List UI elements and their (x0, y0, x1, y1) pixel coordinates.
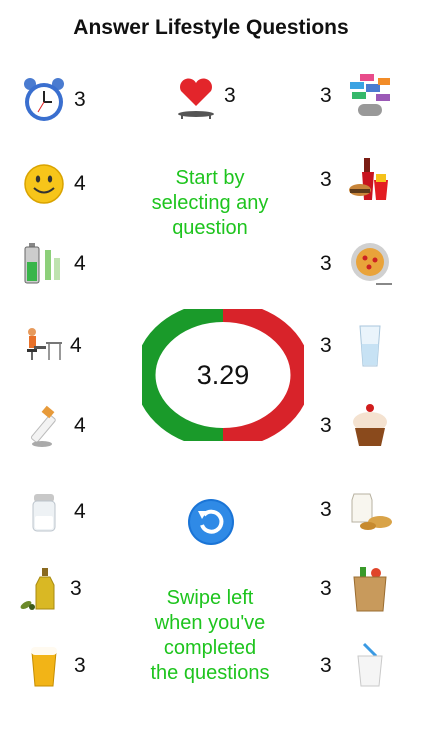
question-value: 4 (74, 500, 86, 523)
water-glass-icon (359, 325, 381, 367)
question-value: 4 (74, 172, 86, 195)
cigarette-icon (30, 405, 56, 447)
start-instruction-line: selecting any (151, 192, 269, 214)
question-milk[interactable]: 3 (320, 642, 410, 702)
question-value: 3 (320, 334, 332, 357)
swipe-instruction-line: Swipe left (166, 587, 254, 609)
swipe-instruction-line: the questions (150, 662, 270, 684)
swipe-instruction-line: completed (163, 637, 257, 659)
question-value: 3 (320, 414, 332, 437)
smiley-face-icon (24, 164, 64, 204)
question-value: 3 (74, 88, 86, 111)
desk-worker-icon (27, 328, 62, 360)
start-instruction-line: question (172, 217, 248, 239)
question-value: 3 (320, 654, 332, 677)
question-value: 3 (320, 84, 332, 107)
milk-glass-icon (357, 642, 383, 687)
question-value: 4 (74, 252, 86, 275)
refresh-icon[interactable] (186, 497, 236, 547)
alarm-clock-icon (24, 78, 64, 121)
pizza-plate-icon (351, 243, 392, 285)
question-water[interactable]: 3 (320, 322, 410, 382)
question-oil[interactable]: 3 (16, 565, 106, 625)
swipe-instruction: Swipe left when you've completed the que… (132, 586, 288, 686)
question-dairy[interactable]: 3 (320, 486, 410, 546)
battery-icon (24, 243, 60, 284)
question-value: 3 (70, 577, 82, 600)
page-title: Answer Lifestyle Questions (73, 16, 349, 39)
question-value: 3 (320, 577, 332, 600)
question-value: 3 (74, 654, 86, 677)
score-value: 3.29 (196, 359, 250, 390)
question-salt[interactable]: 4 (20, 488, 110, 548)
salt-shaker-icon (32, 494, 56, 532)
question-fast-food[interactable]: 3 (320, 156, 410, 216)
start-instruction: Start by selecting any question (132, 166, 288, 241)
fast-food-icon (349, 158, 388, 200)
question-exercise[interactable]: 3 (172, 72, 262, 132)
question-diet[interactable]: 3 (320, 240, 410, 300)
question-alarm-clock[interactable]: 3 (20, 76, 110, 136)
score-ring: 3.29 (142, 309, 304, 441)
question-mood[interactable]: 4 (20, 160, 110, 220)
question-energy[interactable]: 4 (20, 240, 110, 300)
social-media-icon (350, 74, 390, 116)
question-sweets[interactable]: 3 (320, 402, 410, 462)
cupcake-icon (353, 404, 387, 446)
question-value: 4 (74, 414, 86, 437)
question-sitting[interactable]: 4 (16, 322, 106, 382)
question-alcohol[interactable]: 3 (20, 642, 110, 702)
beer-glass-icon (31, 647, 57, 687)
question-value: 3 (224, 84, 236, 107)
question-social[interactable]: 3 (320, 72, 410, 132)
olive-oil-icon (20, 568, 55, 610)
question-value: 3 (320, 168, 332, 191)
question-shopping[interactable]: 3 (320, 565, 410, 625)
swipe-instruction-line: when you've (154, 612, 266, 634)
question-value: 3 (320, 252, 332, 275)
milk-bread-icon (351, 493, 392, 530)
question-value: 4 (70, 334, 82, 357)
heart-trampoline-icon (178, 78, 214, 119)
question-smoking[interactable]: 4 (20, 402, 110, 462)
grocery-bag-icon (353, 567, 387, 612)
start-instruction-line: Start by (175, 167, 245, 189)
question-value: 3 (320, 498, 332, 521)
